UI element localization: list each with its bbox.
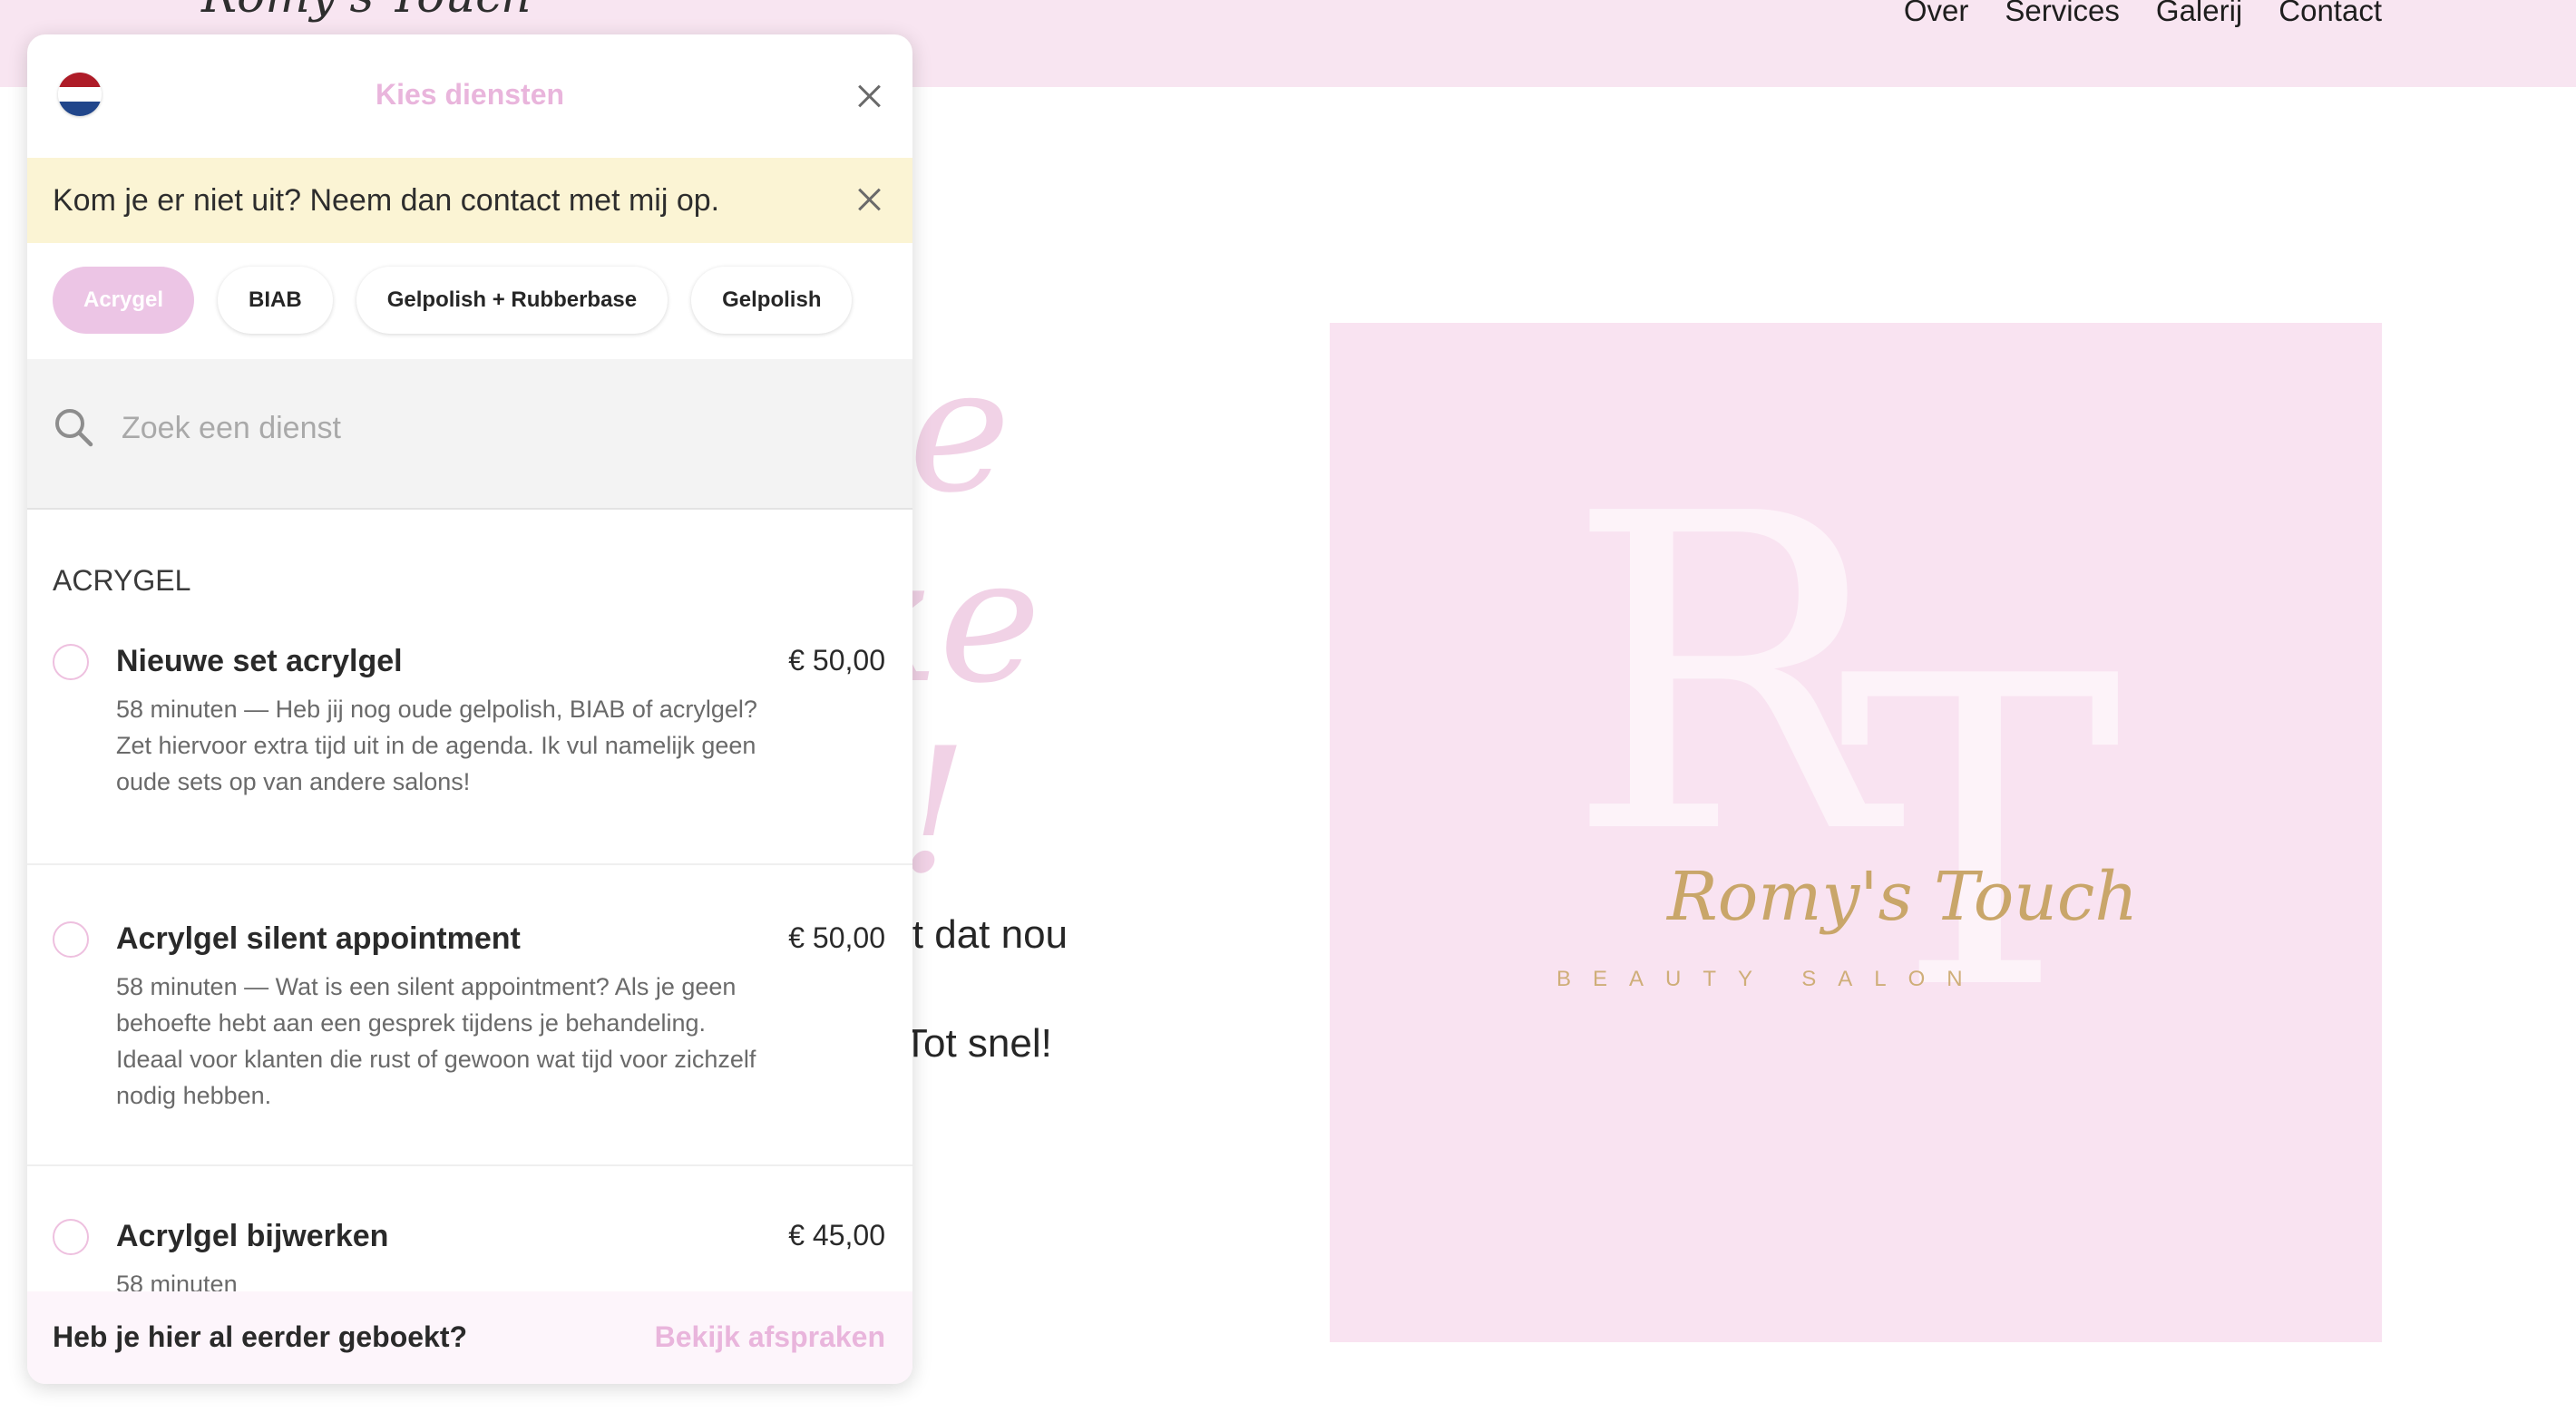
hero-paragraph-line-2: Tot snel! bbox=[903, 1021, 1052, 1066]
service-name: Nieuwe set acrylgel bbox=[116, 644, 403, 678]
service-price: € 50,00 bbox=[788, 644, 885, 677]
chip-biab[interactable]: BIAB bbox=[218, 267, 333, 334]
hero-logo-image: R T Romy's Touch BEAUTY SALON bbox=[1330, 323, 2382, 1342]
service-radio[interactable] bbox=[53, 644, 89, 680]
nav-services[interactable]: Services bbox=[2005, 0, 2120, 27]
widget-title: Kies diensten bbox=[375, 78, 565, 111]
service-price: € 50,00 bbox=[788, 921, 885, 954]
category-chips: Acrygel BIAB Gelpolish + Rubberbase Gelp… bbox=[53, 267, 853, 334]
booking-widget: Kies diensten Kom je er niet uit? Neem d… bbox=[27, 34, 912, 1384]
service-item[interactable]: Nieuwe set acrylgel € 50,00 58 minuten —… bbox=[27, 618, 912, 865]
service-item[interactable]: Acrylgel silent appointment € 50,00 58 m… bbox=[27, 865, 912, 1166]
service-name: Acrylgel silent appointment bbox=[116, 921, 521, 956]
search-bar bbox=[27, 359, 912, 510]
footer-question: Heb je hier al eerder geboekt? bbox=[53, 1320, 468, 1353]
help-notice: Kom je er niet uit? Neem dan contact met… bbox=[27, 158, 912, 243]
service-list[interactable]: ACRYGEL Nieuwe set acrylgel € 50,00 58 m… bbox=[27, 510, 912, 1326]
hero-paragraph-line-1: lt dat nou bbox=[903, 912, 1068, 957]
service-description: 58 minuten — Wat is een silent appointme… bbox=[116, 973, 756, 1109]
search-icon bbox=[55, 409, 93, 447]
close-widget-icon[interactable] bbox=[851, 78, 887, 114]
widget-header: Kies diensten bbox=[27, 34, 912, 158]
notice-text: Kom je er niet uit? Neem dan contact met… bbox=[53, 183, 720, 218]
service-price: € 45,00 bbox=[788, 1219, 885, 1252]
nav-contact[interactable]: Contact bbox=[2278, 0, 2382, 27]
site-logo[interactable]: Romy's Touch bbox=[201, 0, 532, 24]
nav-galerij[interactable]: Galerij bbox=[2156, 0, 2242, 27]
service-description: 58 minuten — Heb jij nog oude gelpolish,… bbox=[116, 696, 757, 795]
logo-subtitle: BEAUTY SALON bbox=[1556, 967, 1985, 991]
logo-script: Romy's Touch bbox=[1667, 858, 2139, 936]
chip-acrygel[interactable]: Acrygel bbox=[53, 267, 195, 334]
category-heading: ACRYGEL bbox=[53, 564, 191, 597]
main-nav: Over Services Galerij Contact bbox=[1904, 0, 2382, 27]
chip-gelpolish[interactable]: Gelpolish bbox=[691, 267, 853, 334]
chip-gelpolish-rubberbase[interactable]: Gelpolish + Rubberbase bbox=[356, 267, 668, 334]
service-radio[interactable] bbox=[53, 921, 89, 958]
nav-over[interactable]: Over bbox=[1904, 0, 1969, 27]
close-notice-icon[interactable] bbox=[851, 181, 887, 218]
search-input[interactable] bbox=[120, 404, 867, 452]
view-appointments-link[interactable]: Bekijk afspraken bbox=[655, 1320, 885, 1354]
service-name: Acrylgel bijwerken bbox=[116, 1219, 389, 1253]
widget-footer: Heb je hier al eerder geboekt? Bekijk af… bbox=[27, 1291, 912, 1384]
service-radio[interactable] bbox=[53, 1219, 89, 1255]
